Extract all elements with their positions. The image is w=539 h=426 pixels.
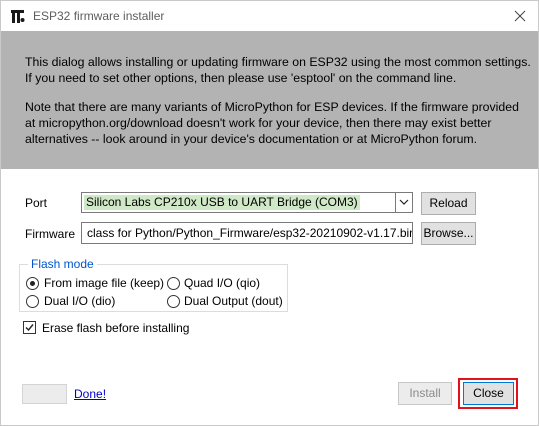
firmware-path-field[interactable]: class for Python/Python_Firmware/esp32-2…: [81, 222, 413, 244]
close-window-icon[interactable]: [510, 6, 530, 26]
progress-placeholder: [22, 384, 67, 404]
erase-flash-label[interactable]: Erase flash before installing: [42, 321, 189, 335]
info-line-4: at micropython.org/download doesn't work…: [25, 116, 492, 130]
radio-from-image-file[interactable]: [26, 277, 39, 290]
info-line-2: If you need to set other options, then p…: [25, 71, 457, 85]
firmware-label: Firmware: [25, 227, 75, 241]
info-line-1: This dialog allows installing or updatin…: [25, 55, 531, 69]
window-title: ESP32 firmware installer: [33, 9, 165, 23]
port-label: Port: [25, 196, 48, 210]
installer-dialog: ESP32 firmware installer This dialog all…: [0, 0, 539, 426]
port-select[interactable]: Silicon Labs CP210x USB to UART Bridge (…: [81, 192, 413, 213]
reload-button[interactable]: Reload: [421, 192, 476, 215]
radio-from-image-file-label[interactable]: From image file (keep): [44, 276, 164, 290]
port-dropdown-button[interactable]: [395, 193, 412, 212]
chevron-down-icon: [399, 199, 409, 205]
title-bar: ESP32 firmware installer: [1, 1, 538, 31]
close-button-annotation-highlight: [458, 378, 518, 409]
firmware-path-value: class for Python/Python_Firmware/esp32-2…: [87, 226, 413, 240]
radio-dual-output-label[interactable]: Dual Output (dout): [184, 294, 283, 308]
info-line-5: alternatives -- look around in your devi…: [25, 132, 478, 146]
browse-button[interactable]: Browse...: [421, 222, 476, 245]
radio-quad-io-label[interactable]: Quad I/O (qio): [184, 276, 260, 290]
flash-mode-title: Flash mode: [28, 257, 97, 271]
radio-dual-io[interactable]: [26, 295, 39, 308]
done-link[interactable]: Done!: [74, 387, 106, 401]
port-selected-value: Silicon Labs CP210x USB to UART Bridge (…: [84, 195, 360, 210]
radio-dual-io-label[interactable]: Dual I/O (dio): [44, 294, 115, 308]
thonny-app-icon: [11, 10, 25, 23]
install-button[interactable]: Install: [398, 382, 452, 405]
checkmark-icon: [25, 324, 34, 332]
erase-flash-checkbox[interactable]: [23, 321, 36, 334]
radio-quad-io[interactable]: [167, 277, 180, 290]
radio-dual-output[interactable]: [167, 295, 180, 308]
info-line-3: Note that there are many variants of Mic…: [25, 100, 519, 114]
